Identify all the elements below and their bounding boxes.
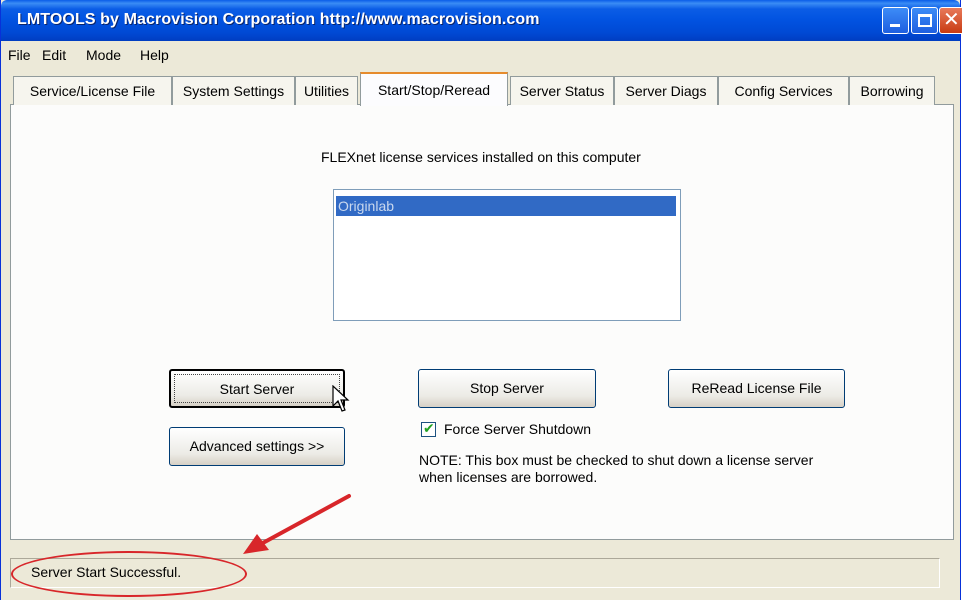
services-list-label: FLEXnet license services installed on th… (321, 149, 641, 165)
reread-license-file-button[interactable]: ReRead License File (668, 369, 845, 408)
force-shutdown-label[interactable]: Force Server Shutdown (444, 421, 591, 437)
tab-config-services[interactable]: Config Services (718, 76, 849, 105)
maximize-button[interactable] (911, 7, 938, 34)
checkmark-icon: ✔ (423, 420, 435, 436)
lmtools-window: LMTOOLS by Macrovision Corporation http:… (0, 0, 962, 600)
close-button[interactable]: ✕ (939, 7, 962, 34)
menu-mode[interactable]: Mode (86, 47, 121, 63)
tab-system-settings[interactable]: System Settings (172, 76, 295, 105)
note-text: NOTE: This box must be checked to shut d… (419, 452, 879, 486)
tab-server-diags[interactable]: Server Diags (614, 76, 718, 105)
window-title: LMTOOLS by Macrovision Corporation http:… (17, 11, 540, 28)
menu-edit[interactable]: Edit (42, 47, 66, 63)
tab-borrowing[interactable]: Borrowing (849, 76, 935, 105)
list-item[interactable]: Originlab (336, 196, 676, 216)
maximize-icon (918, 14, 932, 27)
annotation-circle (11, 551, 247, 597)
minimize-icon (890, 24, 900, 27)
tab-utilities[interactable]: Utilities (295, 76, 358, 105)
note-line-1: NOTE: This box must be checked to shut d… (419, 452, 814, 468)
focus-rectangle (174, 374, 340, 403)
close-icon: ✕ (943, 9, 960, 31)
advanced-settings-button[interactable]: Advanced settings >> (169, 427, 345, 466)
tab-service-license-file[interactable]: Service/License File (13, 76, 172, 105)
services-listbox[interactable]: Originlab (333, 189, 681, 321)
mouse-cursor-icon (332, 385, 350, 412)
tab-start-stop-reread[interactable]: Start/Stop/Reread (360, 72, 508, 106)
force-shutdown-checkbox[interactable]: ✔ (421, 420, 436, 437)
note-line-2: when licenses are borrowed. (419, 469, 598, 485)
tab-server-status[interactable]: Server Status (510, 76, 614, 105)
annotation-arrow-icon (243, 494, 351, 554)
minimize-button[interactable] (882, 7, 909, 34)
menu-help[interactable]: Help (140, 47, 169, 63)
title-bar[interactable]: LMTOOLS by Macrovision Corporation http:… (1, 0, 962, 41)
menu-file[interactable]: File (8, 47, 31, 63)
stop-server-button[interactable]: Stop Server (418, 369, 596, 408)
start-server-button[interactable]: Start Server (169, 369, 345, 408)
menu-bar: File Edit Mode Help (1, 41, 960, 69)
